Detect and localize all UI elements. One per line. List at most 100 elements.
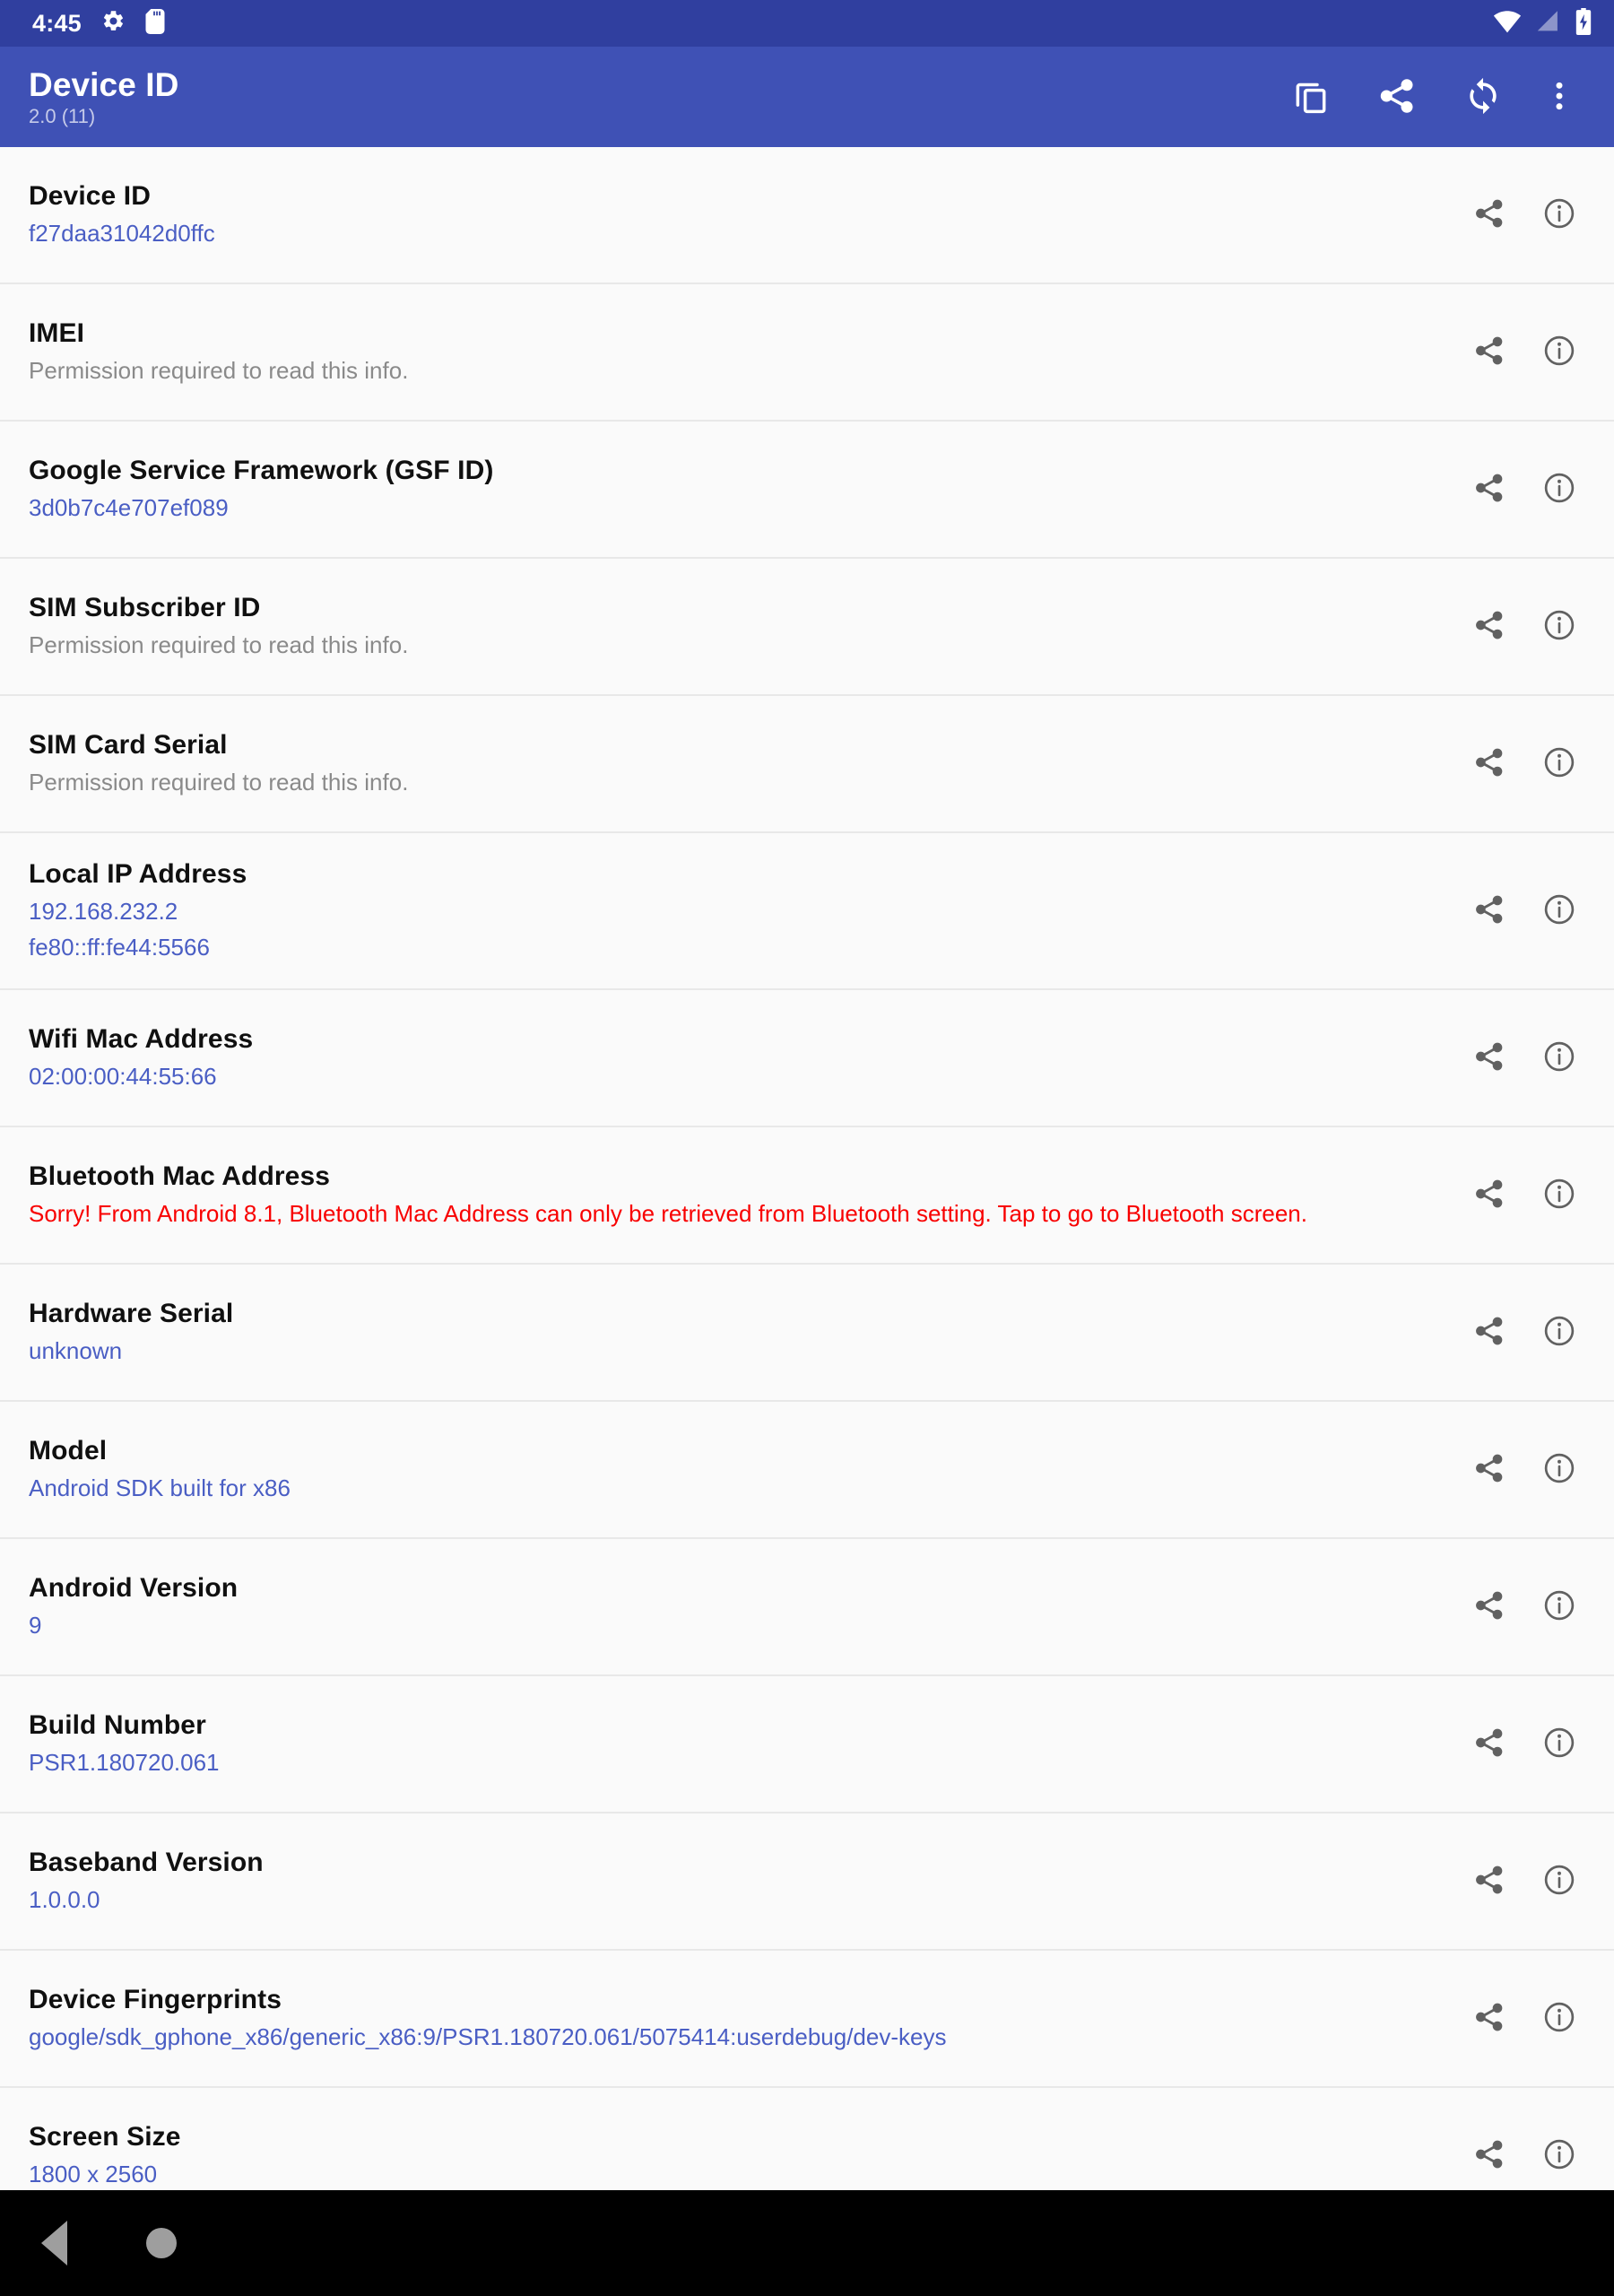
row-title: IMEI — [29, 318, 85, 349]
table-row[interactable]: SIM Card Serial Permission required to re… — [0, 696, 1614, 833]
status-bar: 4:45 — [0, 0, 1614, 47]
row-share-button[interactable] — [1454, 180, 1524, 250]
info-icon — [1542, 1726, 1576, 1762]
row-actions — [1454, 729, 1614, 799]
share-icon — [1473, 1452, 1506, 1487]
triangle-back-icon — [40, 2221, 67, 2266]
info-icon — [1542, 1863, 1576, 1900]
share-icon — [1473, 1726, 1506, 1761]
row-title: Hardware Serial — [29, 1298, 234, 1328]
share-icon — [1473, 2001, 1506, 2036]
row-share-button[interactable] — [1454, 455, 1524, 525]
table-row[interactable]: Google Service Framework (GSF ID) 3d0b7c4… — [0, 422, 1614, 559]
share-icon — [1473, 609, 1506, 644]
overflow-menu-button[interactable] — [1526, 54, 1592, 140]
info-icon — [1542, 334, 1576, 370]
table-row[interactable]: Wifi Mac Address 02:00:00:44:55:66 — [0, 989, 1614, 1127]
row-info-button[interactable] — [1524, 729, 1594, 799]
row-info-button[interactable] — [1524, 1846, 1594, 1916]
table-row[interactable]: Local IP Address 192.168.232.2 fe80::ff:fe… — [0, 833, 1614, 990]
app-bar-actions — [1268, 54, 1592, 140]
row-share-button[interactable] — [1454, 1022, 1524, 1092]
row-info-button[interactable] — [1524, 180, 1594, 250]
gear-icon — [101, 9, 126, 38]
row-share-button[interactable] — [1454, 1297, 1524, 1367]
row-info-button[interactable] — [1524, 1983, 1594, 2053]
row-text: Android Version 9 — [29, 1547, 1454, 1665]
row-share-button[interactable] — [1454, 2120, 1524, 2190]
row-title: Baseband Version — [29, 1847, 264, 1877]
row-info-button[interactable] — [1524, 455, 1594, 525]
device-id-app-screen: 4:45 Device ID 2.0 (11) Device ID f27daa… — [0, 0, 1614, 2296]
row-actions — [1454, 1160, 1614, 1230]
row-title: Model — [29, 1435, 108, 1465]
row-share-button[interactable] — [1454, 1434, 1524, 1504]
row-share-button[interactable] — [1454, 592, 1524, 662]
row-share-button[interactable] — [1454, 1571, 1524, 1641]
info-icon — [1542, 471, 1576, 508]
refresh-icon — [1463, 76, 1503, 118]
row-value: Android SDK built for x86 — [29, 1474, 291, 1501]
row-share-button[interactable] — [1454, 1160, 1524, 1230]
share-icon — [1377, 76, 1417, 118]
row-info-button[interactable] — [1524, 1434, 1594, 1504]
row-value: Sorry! From Android 8.1, Bluetooth Mac A… — [29, 1199, 1307, 1227]
row-info-button[interactable] — [1524, 2120, 1594, 2190]
row-share-button[interactable] — [1454, 729, 1524, 799]
row-title: SIM Subscriber ID — [29, 593, 261, 623]
info-icon — [1542, 1039, 1576, 1076]
row-value: unknown — [29, 1336, 123, 1364]
table-row[interactable]: Model Android SDK built for x86 — [0, 1401, 1614, 1539]
table-row[interactable]: SIM Subscriber ID Permission required to … — [0, 559, 1614, 696]
row-info-button[interactable] — [1524, 875, 1594, 945]
copy-all-button[interactable] — [1268, 54, 1354, 140]
share-icon — [1473, 1589, 1506, 1624]
nav-back-button[interactable] — [0, 2190, 108, 2296]
row-actions — [1454, 1297, 1614, 1367]
table-row[interactable]: Device Fingerprints google/sdk_gphone_x86… — [0, 1950, 1614, 2088]
status-bar-clock: 4:45 — [32, 9, 82, 37]
info-icon — [1542, 1588, 1576, 1625]
table-row[interactable]: Baseband Version 1.0.0.0 — [0, 1813, 1614, 1951]
table-row[interactable]: IMEI Permission required to read this inf… — [0, 284, 1614, 422]
info-icon — [1542, 745, 1576, 782]
info-icon — [1542, 2137, 1576, 2174]
info-icon — [1542, 1314, 1576, 1351]
row-info-button[interactable] — [1524, 1022, 1594, 1092]
row-info-button[interactable] — [1524, 1297, 1594, 1367]
status-bar-left: 4:45 — [32, 8, 165, 39]
row-info-button[interactable] — [1524, 1160, 1594, 1230]
app-version-subtitle: 2.0 (11) — [29, 105, 96, 128]
row-text: IMEI Permission required to read this inf… — [29, 292, 1454, 411]
table-row[interactable]: Device ID f27daa31042d0ffc — [0, 147, 1614, 284]
row-text: SIM Subscriber ID Permission required to … — [29, 567, 1454, 685]
row-text: Model Android SDK built for x86 — [29, 1410, 1454, 1528]
status-bar-right — [1493, 7, 1592, 39]
table-row[interactable]: Android Version 9 — [0, 1538, 1614, 1676]
share-icon — [1473, 1864, 1506, 1899]
table-row[interactable]: Bluetooth Mac Address Sorry! From Android… — [0, 1126, 1614, 1265]
row-text: Build Number PSR1.180720.061 — [29, 1684, 1454, 1803]
refresh-button[interactable] — [1440, 54, 1526, 140]
table-row[interactable]: Build Number PSR1.180720.061 — [0, 1675, 1614, 1813]
row-info-button[interactable] — [1524, 317, 1594, 387]
table-row[interactable]: Hardware Serial unknown — [0, 1264, 1614, 1402]
row-share-button[interactable] — [1454, 317, 1524, 387]
row-share-button[interactable] — [1454, 1846, 1524, 1916]
share-all-button[interactable] — [1354, 54, 1440, 140]
info-icon — [1542, 608, 1576, 645]
row-info-button[interactable] — [1524, 1571, 1594, 1641]
row-share-button[interactable] — [1454, 1709, 1524, 1779]
row-title: Build Number — [29, 1709, 206, 1740]
row-value: PSR1.180720.061 — [29, 1748, 220, 1776]
row-share-button[interactable] — [1454, 875, 1524, 945]
nav-home-button[interactable] — [108, 2190, 215, 2296]
row-share-button[interactable] — [1454, 1983, 1524, 2053]
device-info-list[interactable]: Device ID f27daa31042d0ffc IMEI Permission … — [0, 147, 1614, 2296]
share-icon — [1473, 197, 1506, 232]
row-info-button[interactable] — [1524, 1709, 1594, 1779]
row-text: Bluetooth Mac Address Sorry! From Android… — [29, 1135, 1454, 1254]
wifi-icon — [1493, 10, 1522, 38]
row-info-button[interactable] — [1524, 592, 1594, 662]
row-value: 192.168.232.2 — [29, 898, 178, 925]
